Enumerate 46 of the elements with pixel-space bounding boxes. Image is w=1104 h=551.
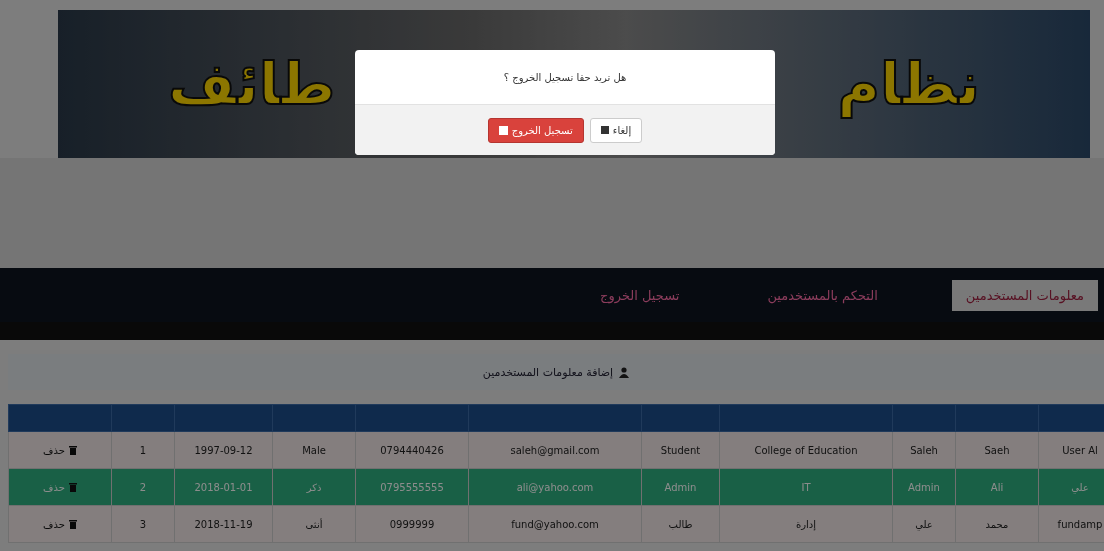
table-cell: ذكر (272, 468, 356, 506)
dialog-message: هل تريد حقا تسجيل الخروج ؟ (502, 70, 628, 86)
section-title: إضافة معلومات المستخدمين (482, 365, 614, 379)
table-cell: علي (892, 505, 956, 543)
logout-button[interactable]: تسجيل الخروج (487, 117, 584, 143)
cancel-button[interactable]: إلغاء (589, 117, 643, 143)
table-cell: fundamp (1038, 505, 1104, 543)
delete-button[interactable]: حذف (41, 479, 79, 495)
delete-button[interactable]: حذف (41, 516, 79, 532)
trash-icon (68, 482, 77, 492)
table-cell: Student (641, 431, 720, 469)
trash-icon (68, 519, 77, 529)
table-cell: fund@yahoo.com (468, 505, 642, 543)
table-cell: 2 (111, 468, 175, 506)
nav-tab[interactable]: التحكم بالمستخدمين (753, 279, 892, 311)
table-cell: IT (719, 468, 893, 506)
table-cell: 2018-11-19 (174, 505, 273, 543)
table-cell: ali@yahoo.com (468, 468, 642, 506)
table-cell: Saeh (955, 431, 1039, 469)
trash-icon (68, 445, 77, 455)
table-cell: أنثى (272, 505, 356, 543)
table-cell: 0794440426 (355, 431, 469, 469)
table-cell: محمد (955, 505, 1039, 543)
table-cell: 2018-01-01 (174, 468, 273, 506)
table-cell: User Al (1038, 431, 1104, 469)
table-cell: College of Education (719, 431, 893, 469)
table-cell: Saleh (892, 431, 956, 469)
table-cell: علي (1038, 468, 1104, 506)
nav-tab[interactable]: تسجيل الخروج (586, 279, 694, 311)
table-cell: 1 (111, 431, 175, 469)
table-cell: طالب (641, 505, 720, 543)
table-cell: Ali (955, 468, 1039, 506)
table-cell: 0999999 (355, 505, 469, 543)
banner-title: نظام (837, 50, 980, 118)
table-cell: إدارة (719, 505, 893, 543)
banner-title: طائف (168, 50, 336, 118)
table-cell: 1997-09-12 (174, 431, 273, 469)
nav-tab[interactable]: معلومات المستخدمين (951, 279, 1098, 311)
table-cell: 0795555555 (355, 468, 469, 506)
user-icon (619, 366, 630, 378)
table-cell: saleh@gmail.com (468, 431, 642, 469)
delete-button[interactable]: حذف (41, 442, 79, 458)
table-cell: 3 (111, 505, 175, 543)
table-cell: Admin (892, 468, 956, 506)
table-cell: Admin (641, 468, 720, 506)
table-cell: Male (272, 431, 356, 469)
